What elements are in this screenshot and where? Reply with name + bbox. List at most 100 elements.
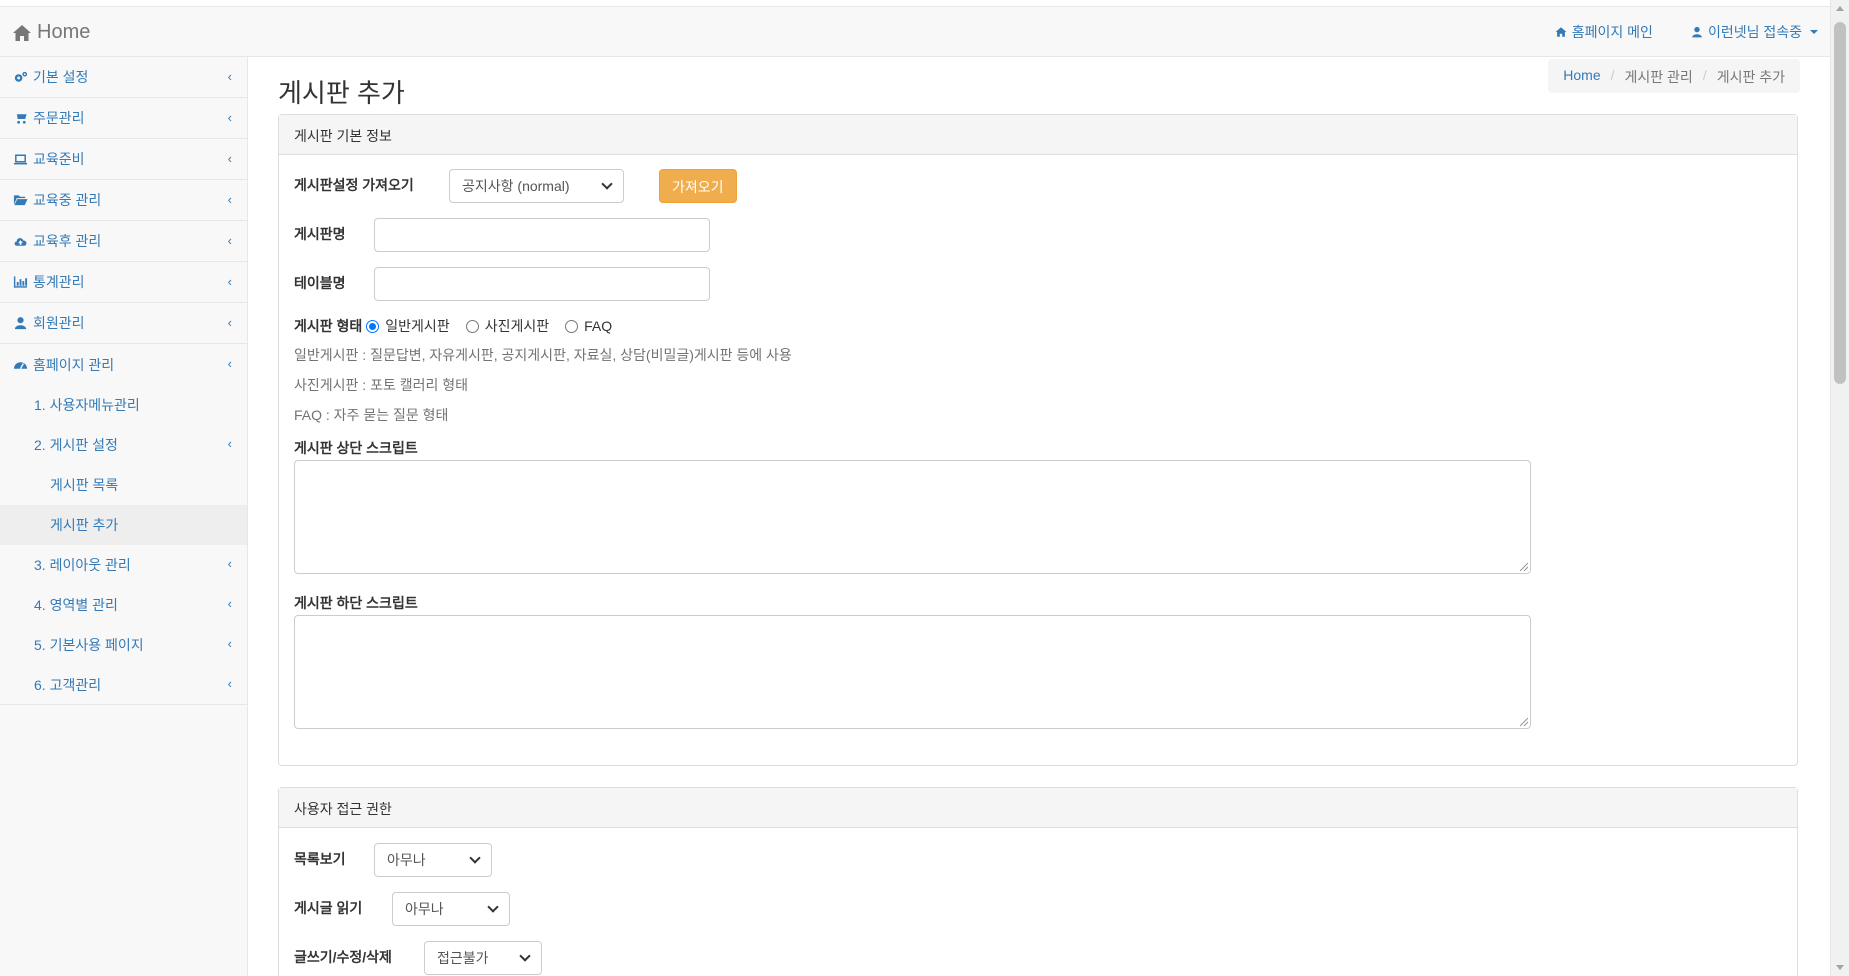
chevron-left-icon: ‹ bbox=[227, 676, 232, 691]
panel-heading: 사용자 접근 권한 bbox=[279, 788, 1797, 828]
scroll-down-arrow-icon[interactable] bbox=[1836, 965, 1844, 970]
sidebar-item-label: 통계관리 bbox=[33, 274, 85, 290]
chevron-left-icon: ‹ bbox=[227, 315, 232, 330]
sidebar-sub-areas[interactable]: 4. 영역별 관리 ‹ bbox=[0, 585, 247, 625]
homepage-main-link[interactable]: 홈페이지 메인 bbox=[1555, 22, 1653, 42]
board-type-label: 게시판 형태 bbox=[294, 318, 363, 334]
main-content: 게시판 추가 Home / 게시판 관리 / 게시판 추가 게시판 기본 정보 … bbox=[248, 57, 1830, 976]
import-button[interactable]: 가져오기 bbox=[659, 169, 737, 203]
sidebar-item-orders[interactable]: 주문관리 ‹ bbox=[0, 98, 247, 139]
help-text-normal: 일반게시판 : 질문답변, 자유게시판, 공지게시판, 자료실, 상담(비밀글)… bbox=[294, 347, 792, 363]
import-board-select[interactable]: 공지사항 (normal) bbox=[449, 169, 624, 203]
write-edit-delete-select-value: 접근불가 bbox=[437, 950, 489, 966]
radio-faq-board[interactable] bbox=[565, 319, 579, 333]
top-script-label: 게시판 상단 스크립트 bbox=[294, 440, 418, 456]
sidebar-sub-label: 게시판 추가 bbox=[50, 517, 119, 533]
radio-normal-board-label: 일반게시판 bbox=[385, 318, 450, 334]
sidebar-item-label: 회원관리 bbox=[33, 315, 85, 331]
breadcrumb-separator: / bbox=[1610, 67, 1615, 83]
sidebar-sub-default-pages[interactable]: 5. 기본사용 페이지 ‹ bbox=[0, 625, 247, 665]
dashboard-icon bbox=[13, 361, 28, 369]
breadcrumb-current: 게시판 추가 bbox=[1716, 69, 1785, 85]
breadcrumb-board-mgmt: 게시판 관리 bbox=[1624, 69, 1693, 85]
chevron-left-icon: ‹ bbox=[227, 274, 232, 289]
sidebar-sub-label: 게시판 목록 bbox=[50, 477, 119, 493]
folder-open-icon bbox=[13, 195, 28, 206]
read-post-select[interactable]: 아무나 bbox=[392, 892, 510, 926]
sidebar-item-members[interactable]: 회원관리 ‹ bbox=[0, 303, 247, 344]
sidebar-sub-label: 1. 사용자메뉴관리 bbox=[34, 397, 140, 413]
top-script-textarea[interactable] bbox=[294, 460, 1531, 574]
cloud-upload-icon bbox=[14, 238, 27, 246]
sidebar-sub-label: 3. 레이아웃 관리 bbox=[34, 557, 131, 573]
scroll-up-arrow-icon[interactable] bbox=[1836, 6, 1844, 11]
sidebar-sub-board-settings[interactable]: 2. 게시판 설정 ‹ bbox=[0, 425, 247, 465]
sidebar-sub-label: 4. 영역별 관리 bbox=[34, 597, 118, 613]
radio-normal-board[interactable] bbox=[366, 319, 380, 333]
radio-faq-board-label: FAQ bbox=[584, 318, 613, 334]
brand-home-link[interactable]: Home bbox=[12, 21, 90, 44]
laptop-icon bbox=[13, 154, 28, 165]
caret-down-icon bbox=[1810, 30, 1818, 34]
board-type-radio-group: 게시판 형태 일반게시판 사진게시판 FAQ bbox=[294, 316, 624, 336]
user-icon bbox=[14, 317, 27, 330]
homepage-main-label: 홈페이지 메인 bbox=[1571, 24, 1653, 40]
sidebar-sub-board-add[interactable]: 게시판 추가 bbox=[0, 505, 247, 545]
radio-photo-board-label: 사진게시판 bbox=[484, 318, 550, 334]
breadcrumb: Home / 게시판 관리 / 게시판 추가 bbox=[1548, 59, 1800, 93]
sidebar-item-homepage-mgmt[interactable]: 홈페이지 관리 ‹ bbox=[0, 344, 247, 385]
bottom-script-textarea[interactable] bbox=[294, 615, 1531, 729]
list-view-select[interactable]: 아무나 bbox=[374, 843, 492, 877]
sidebar-sub-label: 5. 기본사용 페이지 bbox=[34, 637, 144, 653]
breadcrumb-home[interactable]: Home bbox=[1563, 67, 1600, 85]
scrollbar-thumb[interactable] bbox=[1834, 22, 1846, 384]
chevron-down-icon bbox=[469, 852, 481, 864]
bottom-script-label: 게시판 하단 스크립트 bbox=[294, 595, 418, 611]
user-status-label: 이런넷님 접속중 bbox=[1707, 24, 1802, 40]
sidebar-item-statistics[interactable]: 통계관리 ‹ bbox=[0, 262, 247, 303]
import-settings-label: 게시판설정 가져오기 bbox=[294, 177, 414, 193]
table-name-input[interactable] bbox=[374, 267, 710, 301]
chevron-left-icon: ‹ bbox=[227, 636, 232, 651]
chevron-left-icon: ‹ bbox=[227, 110, 232, 125]
brand-label: Home bbox=[37, 21, 91, 43]
chevron-left-icon: ‹ bbox=[227, 596, 232, 611]
chevron-left-icon: ‹ bbox=[227, 356, 232, 371]
sidebar-item-label: 홈페이지 관리 bbox=[33, 356, 115, 373]
chevron-down-icon bbox=[487, 901, 499, 913]
sidebar-sub-customers[interactable]: 6. 고객관리 ‹ bbox=[0, 665, 247, 705]
board-name-input[interactable] bbox=[374, 218, 710, 252]
sidebar-item-post-education[interactable]: 교육후 관리 ‹ bbox=[0, 221, 247, 262]
radio-photo-board[interactable] bbox=[465, 319, 479, 333]
home-icon bbox=[13, 24, 31, 41]
top-navbar: Home 홈페이지 메인 이런넷님 접속중 bbox=[0, 6, 1830, 57]
sidebar-item-label: 주문관리 bbox=[33, 110, 85, 126]
user-icon bbox=[1692, 26, 1702, 38]
chevron-left-icon: ‹ bbox=[227, 436, 232, 451]
vertical-scrollbar[interactable] bbox=[1830, 0, 1849, 976]
table-name-label: 테이블명 bbox=[294, 275, 346, 291]
user-menu-dropdown[interactable]: 이런넷님 접속중 bbox=[1691, 22, 1818, 42]
sidebar-item-basic-settings[interactable]: 기본 설정 ‹ bbox=[0, 57, 247, 98]
board-basic-info-panel: 게시판 기본 정보 게시판설정 가져오기 공지사항 (normal) 가져오기 … bbox=[278, 114, 1798, 766]
write-edit-delete-select[interactable]: 접근불가 bbox=[424, 941, 542, 975]
read-post-label: 게시글 읽기 bbox=[294, 900, 363, 916]
sidebar-sub-layout[interactable]: 3. 레이아웃 관리 ‹ bbox=[0, 545, 247, 585]
sidebar-item-in-education[interactable]: 교육중 관리 ‹ bbox=[0, 180, 247, 221]
bar-chart-icon bbox=[13, 276, 28, 288]
home-icon bbox=[1555, 27, 1567, 37]
write-edit-delete-label: 글쓰기/수정/삭제 bbox=[294, 949, 392, 965]
sidebar-item-label: 교육후 관리 bbox=[33, 233, 102, 249]
help-text-faq: FAQ : 자주 묻는 질문 형태 bbox=[294, 407, 449, 423]
chevron-down-icon bbox=[601, 178, 613, 190]
chevron-down-icon bbox=[519, 950, 531, 962]
sidebar-sub-board-list[interactable]: 게시판 목록 bbox=[0, 465, 247, 505]
sidebar-sub-user-menu[interactable]: 1. 사용자메뉴관리 bbox=[0, 385, 247, 425]
board-name-label: 게시판명 bbox=[294, 226, 346, 242]
breadcrumb-separator: / bbox=[1702, 67, 1707, 83]
list-view-select-value: 아무나 bbox=[387, 852, 426, 868]
sidebar-item-education-prep[interactable]: 교육준비 ‹ bbox=[0, 139, 247, 180]
chevron-left-icon: ‹ bbox=[227, 556, 232, 571]
page-title: 게시판 추가 bbox=[278, 78, 405, 108]
user-access-panel: 사용자 접근 권한 목록보기 아무나 게시글 읽기 아무나 글쓰기/수정/삭제 … bbox=[278, 787, 1798, 976]
